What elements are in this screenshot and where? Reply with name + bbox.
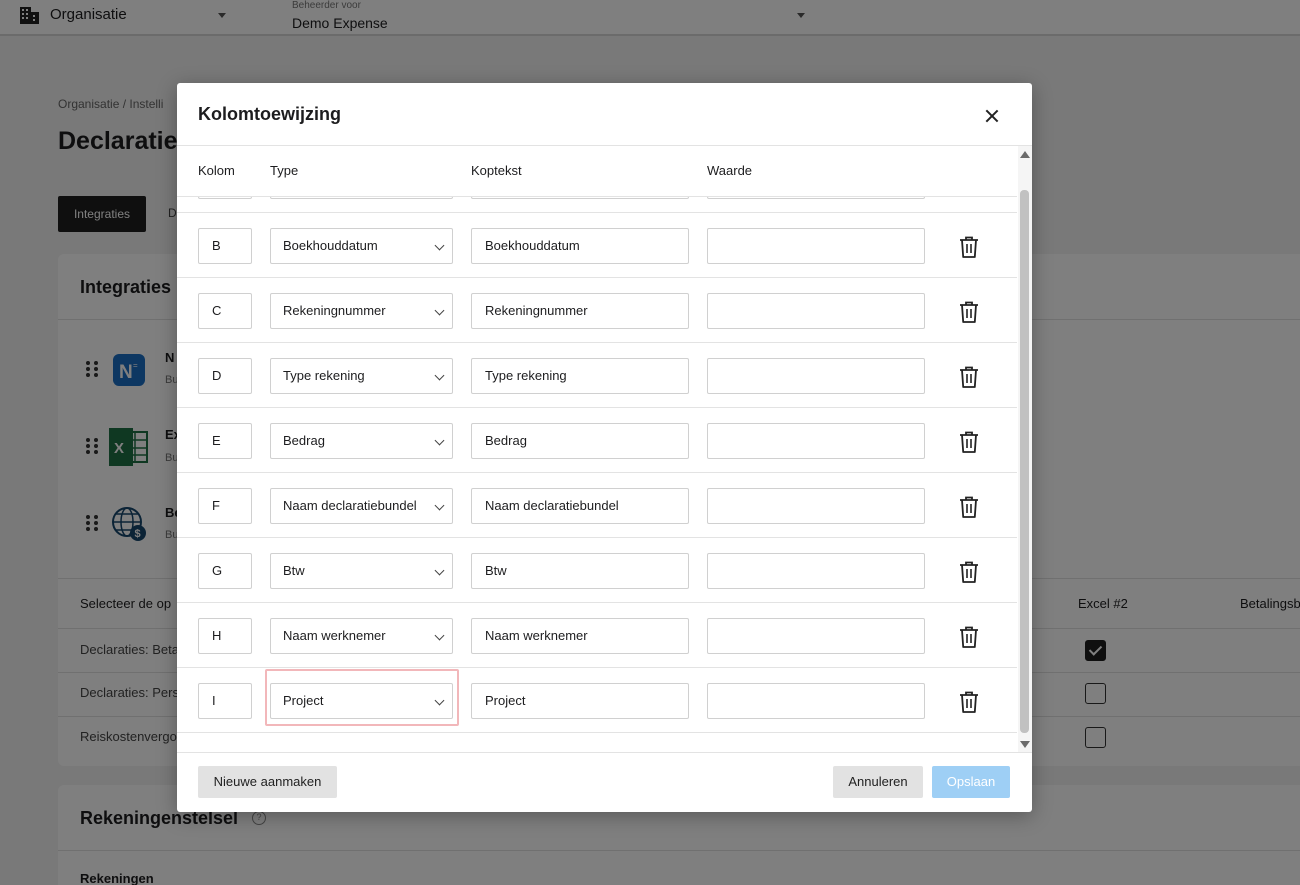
column-header-waarde: Waarde — [707, 163, 753, 178]
chevron-down-icon — [434, 370, 445, 381]
koptekst-input[interactable]: Btw — [471, 553, 689, 589]
chevron-down-icon — [434, 500, 445, 511]
save-button[interactable]: Opslaan — [932, 766, 1010, 798]
table-row: C Rekeningnummer Rekeningnummer — [177, 278, 1017, 343]
waarde-input[interactable] — [707, 228, 925, 264]
trash-icon[interactable] — [959, 431, 979, 453]
koptekst-input[interactable]: Naam werknemer — [471, 618, 689, 654]
kolom-input[interactable]: E — [198, 423, 252, 459]
trash-icon[interactable] — [959, 561, 979, 583]
scroll-down-icon[interactable] — [1020, 741, 1030, 748]
scrollbar-thumb[interactable] — [1020, 190, 1029, 733]
type-select[interactable]: Type rekening — [270, 358, 453, 394]
divider — [177, 145, 1032, 146]
type-select-value: Bedrag — [283, 433, 325, 448]
kolom-input[interactable]: B — [198, 228, 252, 264]
trash-icon[interactable] — [959, 626, 979, 648]
waarde-input[interactable] — [707, 197, 925, 199]
chevron-down-icon — [434, 435, 445, 446]
chevron-down-icon — [434, 565, 445, 576]
modal-title: Kolomtoewijzing — [198, 104, 341, 124]
type-select-value: Rekeningnummer — [283, 303, 386, 318]
table-row: I Project Project — [177, 668, 1017, 733]
trash-icon[interactable] — [959, 236, 979, 258]
cancel-button[interactable]: Annuleren — [833, 766, 923, 798]
trash-icon[interactable] — [959, 691, 979, 713]
koptekst-input[interactable]: Project — [471, 683, 689, 719]
column-header-kolom: Kolom — [198, 163, 235, 178]
kolom-input[interactable]: C — [198, 293, 252, 329]
kolom-input[interactable]: H — [198, 618, 252, 654]
trash-icon[interactable] — [959, 366, 979, 388]
table-row: B Boekhouddatum Boekhouddatum — [177, 213, 1017, 278]
mapping-rows: A Organisatienummer Organisatienummer B Boek… — [177, 197, 1017, 733]
type-select[interactable]: Rekeningnummer — [270, 293, 453, 329]
table-row: F Naam declaratiebundel Naam declaratiebun… — [177, 473, 1017, 538]
type-select-value: Naam declaratiebundel — [283, 498, 417, 513]
type-select-value: Naam werknemer — [283, 628, 386, 643]
waarde-input[interactable] — [707, 293, 925, 329]
type-select[interactable]: Organisatienummer — [270, 197, 453, 199]
trash-icon[interactable] — [959, 301, 979, 323]
koptekst-input[interactable]: Naam declaratiebundel — [471, 488, 689, 524]
kolom-input[interactable]: G — [198, 553, 252, 589]
divider — [177, 752, 1032, 753]
type-select[interactable]: Naam werknemer — [270, 618, 453, 654]
column-header-koptekst: Koptekst — [471, 163, 522, 178]
table-row: D Type rekening Type rekening — [177, 343, 1017, 408]
type-select-value: Boekhouddatum — [283, 238, 378, 253]
kolom-input[interactable]: F — [198, 488, 252, 524]
new-row-button[interactable]: Nieuwe aanmaken — [198, 766, 337, 798]
type-select[interactable]: Bedrag — [270, 423, 453, 459]
type-select[interactable]: Boekhouddatum — [270, 228, 453, 264]
chevron-down-icon — [434, 305, 445, 316]
table-row: E Bedrag Bedrag — [177, 408, 1017, 473]
waarde-input[interactable] — [707, 423, 925, 459]
kolom-input[interactable]: I — [198, 683, 252, 719]
mapping-list: A Organisatienummer Organisatienummer B Boek… — [177, 197, 1017, 752]
type-select[interactable]: Project — [270, 683, 453, 719]
scroll-up-icon[interactable] — [1020, 151, 1030, 158]
kolom-input[interactable]: D — [198, 358, 252, 394]
type-select[interactable]: Btw — [270, 553, 453, 589]
column-mapping-modal: Kolomtoewijzing Kolom Type Koptekst Waar… — [177, 83, 1032, 812]
table-row: G Btw Btw — [177, 538, 1017, 603]
type-select-value: Btw — [283, 563, 305, 578]
waarde-input[interactable] — [707, 683, 925, 719]
type-select-value: Type rekening — [283, 368, 365, 383]
waarde-input[interactable] — [707, 618, 925, 654]
type-select-value: Project — [283, 693, 324, 708]
waarde-input[interactable] — [707, 358, 925, 394]
column-header-type: Type — [270, 163, 299, 178]
close-icon[interactable] — [981, 105, 1003, 127]
koptekst-input[interactable]: Boekhouddatum — [471, 228, 689, 264]
kolom-input[interactable]: A — [198, 197, 252, 199]
trash-icon[interactable] — [959, 496, 979, 518]
koptekst-input[interactable]: Bedrag — [471, 423, 689, 459]
table-row: A Organisatienummer Organisatienummer — [177, 197, 1017, 213]
waarde-input[interactable] — [707, 553, 925, 589]
koptekst-input[interactable]: Organisatienummer — [471, 197, 689, 199]
chevron-down-icon — [434, 630, 445, 641]
waarde-input[interactable] — [707, 488, 925, 524]
koptekst-input[interactable]: Type rekening — [471, 358, 689, 394]
koptekst-input[interactable]: Rekeningnummer — [471, 293, 689, 329]
chevron-down-icon — [434, 695, 445, 706]
table-row: H Naam werknemer Naam werknemer — [177, 603, 1017, 668]
chevron-down-icon — [434, 240, 445, 251]
type-select[interactable]: Naam declaratiebundel — [270, 488, 453, 524]
